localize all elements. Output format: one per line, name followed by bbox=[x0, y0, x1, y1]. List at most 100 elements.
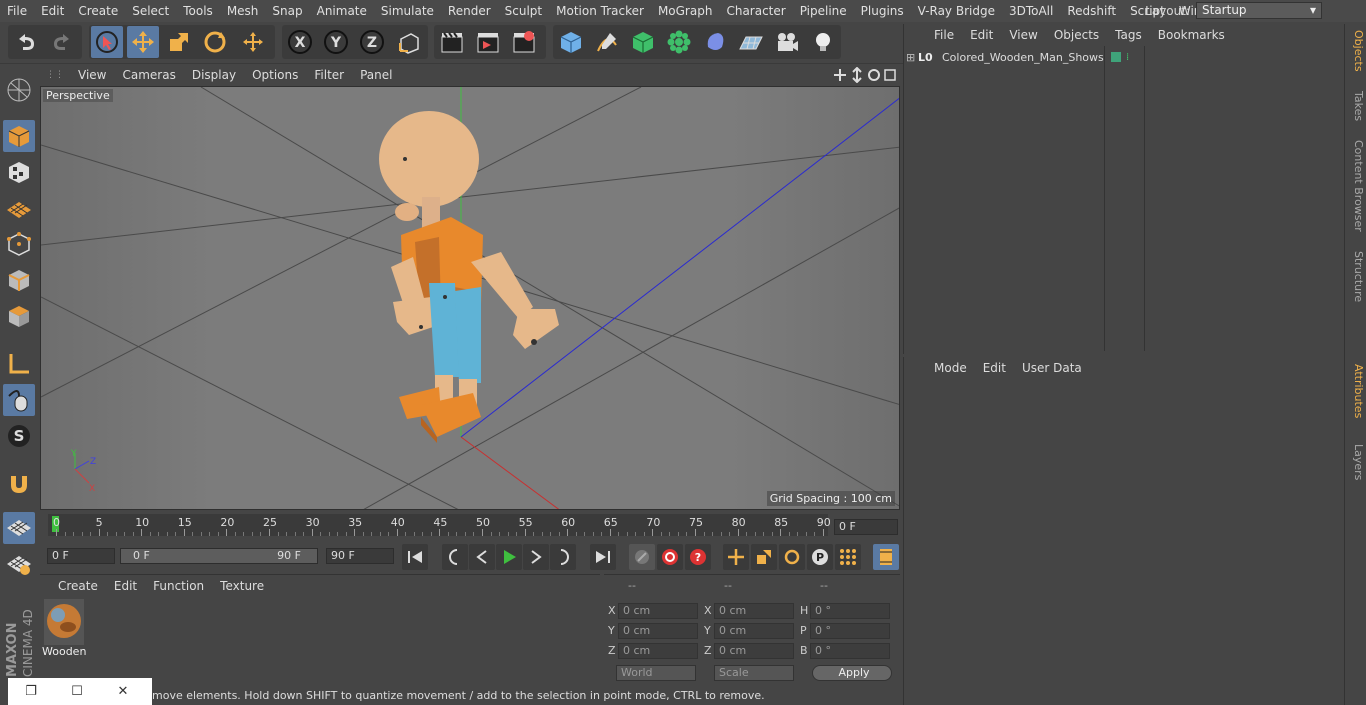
coord-value-field[interactable]: 0 ° bbox=[810, 603, 890, 619]
attribute-menu-user-data[interactable]: User Data bbox=[1014, 361, 1090, 375]
key-position-button[interactable] bbox=[723, 544, 749, 570]
tweak-mode-icon[interactable] bbox=[3, 384, 35, 416]
viewport-nav-icons[interactable] bbox=[834, 66, 898, 84]
coord-value-field[interactable]: 0 cm bbox=[618, 603, 698, 619]
material-menu-create[interactable]: Create bbox=[50, 579, 106, 593]
menu-item-snap[interactable]: Snap bbox=[265, 0, 309, 22]
viewport-menu-cameras[interactable]: Cameras bbox=[114, 68, 183, 82]
material-menu-texture[interactable]: Texture bbox=[212, 579, 272, 593]
start-frame-field[interactable]: 0 F bbox=[47, 548, 115, 564]
timeline-window-button[interactable] bbox=[873, 544, 899, 570]
coord-value-field[interactable]: 0 cm bbox=[618, 643, 698, 659]
key-parameter-button[interactable]: P bbox=[807, 544, 833, 570]
object-menu-tags[interactable]: Tags bbox=[1107, 28, 1150, 42]
polygons-mode-icon[interactable] bbox=[3, 300, 35, 332]
timeline-ruler[interactable]: 0 5 10 15 20 25 30 35 40 45 50 55 60 65 70 75 80 85 90 0 F bbox=[40, 511, 900, 541]
right-tab-takes[interactable]: Takes bbox=[1347, 91, 1365, 121]
menu-item-3dtoall[interactable]: 3DToAll bbox=[1002, 0, 1060, 22]
menu-item-render[interactable]: Render bbox=[441, 0, 498, 22]
menu-item-edit[interactable]: Edit bbox=[34, 0, 71, 22]
layer-dots-icon[interactable]: ⁞ bbox=[1126, 52, 1129, 63]
right-tab-attributes[interactable]: Attributes bbox=[1347, 364, 1365, 418]
workplane-lock-icon[interactable] bbox=[3, 512, 35, 544]
next-key-button[interactable] bbox=[550, 544, 576, 570]
coord-value-field[interactable]: 0 ° bbox=[810, 623, 890, 639]
maximize-icon[interactable]: ☐ bbox=[54, 684, 100, 699]
object-menu-objects[interactable]: Objects bbox=[1046, 28, 1107, 42]
menu-item-character[interactable]: Character bbox=[719, 0, 792, 22]
attribute-menu-mode[interactable]: Mode bbox=[926, 361, 975, 375]
menu-item-v-ray-bridge[interactable]: V-Ray Bridge bbox=[911, 0, 1002, 22]
next-frame-button[interactable] bbox=[523, 544, 549, 570]
coord-mode-select[interactable]: World bbox=[616, 665, 696, 681]
transform-tool-button[interactable] bbox=[237, 26, 269, 58]
menu-item-create[interactable]: Create bbox=[71, 0, 125, 22]
menu-item-tools[interactable]: Tools bbox=[176, 0, 220, 22]
menu-item-redshift[interactable]: Redshift bbox=[1060, 0, 1123, 22]
record-keys-icon[interactable] bbox=[629, 544, 655, 570]
viewport-menu-panel[interactable]: Panel bbox=[352, 68, 400, 82]
right-tab-objects[interactable]: Objects bbox=[1347, 30, 1365, 72]
menu-item-select[interactable]: Select bbox=[125, 0, 176, 22]
frame-range-slider[interactable]: 0 F 90 F bbox=[120, 548, 318, 564]
object-name[interactable]: Colored_Wooden_Man_Shows bbox=[942, 51, 1104, 64]
z-axis-lock-button[interactable]: Z bbox=[356, 26, 388, 58]
viewport-menu-filter[interactable]: Filter bbox=[306, 68, 352, 82]
menu-item-animate[interactable]: Animate bbox=[310, 0, 374, 22]
go-to-start-button[interactable] bbox=[402, 544, 428, 570]
object-menu-bookmarks[interactable]: Bookmarks bbox=[1150, 28, 1233, 42]
render-settings-button[interactable] bbox=[508, 26, 540, 58]
move-tool-button[interactable] bbox=[127, 26, 159, 58]
key-pla-button[interactable] bbox=[835, 544, 861, 570]
layout-select[interactable]: Startup bbox=[1196, 2, 1322, 19]
key-scale-button[interactable] bbox=[751, 544, 777, 570]
frame-ruler[interactable]: 0 5 10 15 20 25 30 35 40 45 50 55 60 65 70 75 80 85 90 bbox=[48, 514, 831, 536]
model-mode-icon[interactable] bbox=[3, 120, 35, 152]
viewport-camera-label[interactable]: Perspective bbox=[43, 89, 113, 102]
close-icon[interactable]: ✕ bbox=[100, 684, 146, 699]
undo-button[interactable] bbox=[10, 26, 42, 58]
make-editable-icon[interactable] bbox=[3, 74, 35, 106]
key-rotation-button[interactable] bbox=[779, 544, 805, 570]
visibility-tag-icon[interactable] bbox=[1111, 52, 1121, 62]
render-to-picture-viewer-button[interactable] bbox=[472, 26, 504, 58]
axis-mode-icon[interactable] bbox=[3, 348, 35, 380]
end-frame-field[interactable]: 90 F bbox=[326, 548, 394, 564]
play-button[interactable] bbox=[496, 544, 522, 570]
viewport-menu-display[interactable]: Display bbox=[184, 68, 244, 82]
render-view-button[interactable] bbox=[436, 26, 468, 58]
object-menu-view[interactable]: View bbox=[1001, 28, 1045, 42]
previous-key-button[interactable] bbox=[442, 544, 468, 570]
magnet-icon[interactable] bbox=[3, 468, 35, 500]
object-menu-file[interactable]: File bbox=[926, 28, 962, 42]
material-name[interactable]: Wooden bbox=[42, 645, 86, 658]
scale-tool-button[interactable] bbox=[163, 26, 195, 58]
coord-value-field[interactable]: 0 cm bbox=[714, 643, 794, 659]
go-to-end-button[interactable] bbox=[590, 544, 616, 570]
cube-icon[interactable] bbox=[555, 26, 587, 58]
coordinate-system-button[interactable] bbox=[393, 26, 425, 58]
menu-item-pipeline[interactable]: Pipeline bbox=[793, 0, 854, 22]
expand-icon[interactable]: ⊞ bbox=[906, 51, 918, 64]
material-thumbnail[interactable] bbox=[44, 599, 84, 649]
viewport-menu-view[interactable]: View bbox=[70, 68, 114, 82]
viewport-menu-options[interactable]: Options bbox=[244, 68, 306, 82]
right-tab-structure[interactable]: Structure bbox=[1347, 251, 1365, 302]
menu-item-motion-tracker[interactable]: Motion Tracker bbox=[549, 0, 651, 22]
coord-value-field[interactable]: 0 cm bbox=[714, 623, 794, 639]
object-row[interactable]: ⊞ L0 Colored_Wooden_Man_Shows ⁞ bbox=[906, 48, 1342, 66]
coord-value-field[interactable]: 0 cm bbox=[714, 603, 794, 619]
rotate-tool-button[interactable] bbox=[199, 26, 231, 58]
coord-scale-select[interactable]: Scale bbox=[714, 665, 794, 681]
texture-mode-icon[interactable] bbox=[3, 156, 35, 188]
menu-item-mesh[interactable]: Mesh bbox=[220, 0, 266, 22]
keyframe-selection-button[interactable]: ? bbox=[685, 544, 711, 570]
material-menu-edit[interactable]: Edit bbox=[106, 579, 145, 593]
right-tab-content-browser[interactable]: Content Browser bbox=[1347, 140, 1365, 232]
floor-icon[interactable] bbox=[735, 26, 767, 58]
points-mode-icon[interactable] bbox=[3, 228, 35, 260]
restore-icon[interactable]: ❐ bbox=[8, 684, 54, 699]
live-selection-button[interactable] bbox=[91, 26, 123, 58]
pen-spline-icon[interactable] bbox=[591, 26, 623, 58]
object-menu-edit[interactable]: Edit bbox=[962, 28, 1001, 42]
